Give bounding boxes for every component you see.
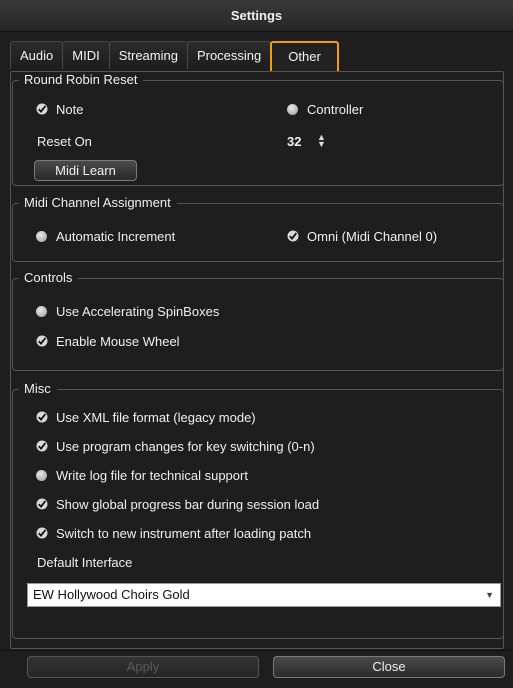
default-interface-select[interactable]: EW Hollywood Choirs Gold ▼: [27, 583, 501, 607]
tab-bar: Audio MIDI Streaming Processing Other: [10, 41, 339, 71]
note-label: Note: [56, 101, 84, 117]
checkmark-icon: [36, 411, 48, 423]
log-file-checkbox[interactable]: Write log file for technical support: [36, 466, 248, 484]
window-title: Settings: [0, 0, 513, 32]
controller-label: Controller: [307, 101, 364, 117]
omni-label: Omni (Midi Channel 0): [307, 228, 438, 244]
radio-dot-icon: [287, 103, 298, 115]
accelerating-spinboxes-checkbox[interactable]: Use Accelerating SpinBoxes: [36, 302, 219, 320]
checkmark-icon: [36, 527, 48, 539]
checkmark-icon: [287, 230, 299, 242]
midi-learn-button[interactable]: Midi Learn: [34, 160, 137, 181]
automatic-increment-radio[interactable]: Automatic Increment: [36, 227, 175, 245]
checkmark-icon: [36, 440, 48, 452]
switch-instrument-checkbox[interactable]: Switch to new instrument after loading p…: [36, 524, 311, 542]
footer-divider: [0, 650, 513, 651]
radio-dot-icon: [36, 469, 47, 481]
controls-group: Controls: [12, 270, 504, 371]
tab-processing[interactable]: Processing: [186, 41, 272, 69]
switch-instrument-label: Switch to new instrument after loading p…: [56, 525, 312, 541]
tab-midi[interactable]: MIDI: [62, 41, 110, 69]
omni-radio[interactable]: Omni (Midi Channel 0): [287, 227, 437, 245]
xml-format-checkbox[interactable]: Use XML file format (legacy mode): [36, 408, 256, 426]
checkmark-icon: [36, 498, 48, 510]
mouse-wheel-checkbox[interactable]: Enable Mouse Wheel: [36, 332, 180, 350]
default-interface-label: Default Interface: [37, 555, 133, 570]
checkmark-icon: [36, 103, 48, 115]
group-title: Round Robin Reset: [19, 72, 144, 88]
default-interface-value: EW Hollywood Choirs Gold: [33, 587, 190, 602]
radio-dot-icon: [36, 230, 47, 242]
xml-format-label: Use XML file format (legacy mode): [56, 409, 256, 425]
automatic-increment-label: Automatic Increment: [56, 228, 176, 244]
controller-radio[interactable]: Controller: [287, 100, 363, 118]
program-changes-checkbox[interactable]: Use program changes for key switching (0…: [36, 437, 315, 455]
log-file-label: Write log file for technical support: [56, 467, 248, 483]
checkmark-icon: [36, 335, 48, 347]
note-radio[interactable]: Note: [36, 100, 83, 118]
progress-bar-checkbox[interactable]: Show global progress bar during session …: [36, 495, 319, 513]
radio-dot-icon: [36, 305, 47, 317]
tab-other[interactable]: Other: [270, 41, 339, 71]
group-title: Midi Channel Assignment: [19, 195, 177, 211]
reset-on-spinbox[interactable]: 32: [287, 134, 301, 149]
mouse-wheel-label: Enable Mouse Wheel: [56, 333, 180, 349]
program-changes-label: Use program changes for key switching (0…: [56, 438, 315, 454]
tab-streaming[interactable]: Streaming: [108, 41, 188, 69]
tab-audio[interactable]: Audio: [10, 41, 64, 69]
group-title: Controls: [19, 270, 79, 286]
dropdown-arrow-icon: ▼: [485, 590, 494, 600]
spinbox-arrows-icon[interactable]: ▲ ▼: [317, 133, 326, 149]
progress-bar-label: Show global progress bar during session …: [56, 496, 320, 512]
reset-on-label: Reset On: [37, 134, 92, 149]
close-button[interactable]: Close: [273, 656, 505, 678]
accelerating-spinboxes-label: Use Accelerating SpinBoxes: [56, 303, 220, 319]
apply-button[interactable]: Apply: [27, 656, 259, 678]
group-title: Misc: [19, 381, 57, 397]
